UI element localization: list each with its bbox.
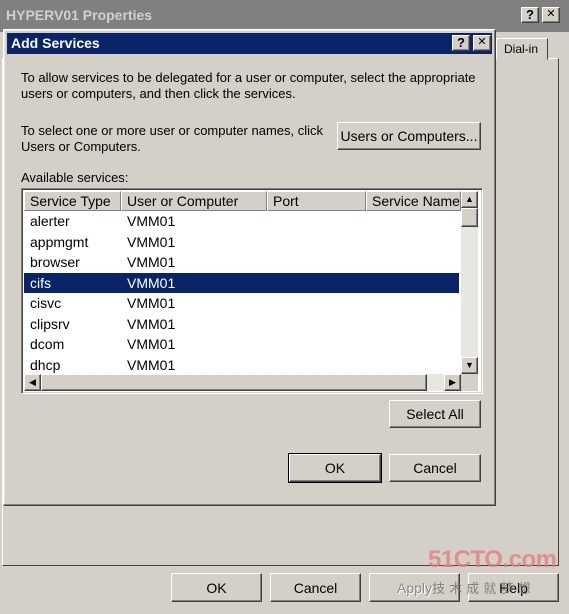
cell-user-or-computer: VMM01 <box>127 254 176 270</box>
table-row[interactable]: alerter VMM01 <box>24 211 459 231</box>
vertical-scroll-thumb[interactable] <box>461 208 478 227</box>
scroll-right-button[interactable]: ▶ <box>444 374 461 391</box>
scroll-down-button[interactable]: ▼ <box>461 357 478 374</box>
cell-user-or-computer: VMM01 <box>127 356 176 373</box>
cell-user-or-computer: VMM01 <box>127 295 176 311</box>
table-row[interactable]: dcom VMM01 <box>24 334 459 354</box>
outer-window-title: HYPERV01 Properties <box>6 7 153 23</box>
table-row[interactable]: clipsrv VMM01 <box>24 314 459 334</box>
cell-service-type: clipsrv <box>30 315 70 332</box>
cell-service-type: dhcp <box>30 356 61 373</box>
dialog-ok-button[interactable]: OK <box>288 453 382 483</box>
dialog-cancel-button[interactable]: Cancel <box>389 454 481 482</box>
intro-text-line-2: users or computers, and then click the s… <box>21 86 296 101</box>
dialog-help-button[interactable]: ? <box>452 35 470 51</box>
vertical-scrollbar[interactable]: ▲ ▼ <box>461 191 478 374</box>
tab-dial-in-label: Dial-in <box>504 42 539 56</box>
table-row[interactable]: dhcp VMM01 <box>24 355 459 375</box>
cell-user-or-computer: VMM01 <box>127 336 176 352</box>
outer-cancel-button[interactable]: Cancel <box>270 573 361 602</box>
users-or-computers-button[interactable]: Users or Computers... <box>337 122 481 150</box>
cell-user-or-computer: VMM01 <box>127 274 176 291</box>
table-row-selected[interactable]: cifs VMM01 <box>24 272 459 293</box>
scroll-left-button[interactable]: ◀ <box>24 374 41 391</box>
outer-ok-button[interactable]: OK <box>171 573 262 602</box>
cell-service-type: browser <box>30 254 80 270</box>
outer-close-button[interactable]: ✕ <box>542 7 560 23</box>
list-header: Service Type User or Computer Port Servi… <box>24 191 461 211</box>
column-header-user-or-computer[interactable]: User or Computer <box>121 191 267 211</box>
services-list-view[interactable]: Service Type User or Computer Port Servi… <box>21 188 483 394</box>
select-text-line-1: To select one or more user or computer n… <box>21 123 324 138</box>
tab-dial-in[interactable]: Dial-in <box>496 38 548 60</box>
column-header-service-type[interactable]: Service Type <box>24 191 121 211</box>
intro-text-line-1: To allow services to be delegated for a … <box>21 70 476 85</box>
table-row[interactable]: browser VMM01 <box>24 252 459 272</box>
list-rows: alerter VMM01 appmgmt VMM01 browser VMM0… <box>24 211 461 374</box>
dialog-title: Add Services <box>11 35 100 51</box>
horizontal-scrollbar[interactable]: ◀ ▶ <box>24 374 461 391</box>
add-services-dialog: Add Services ? ✕ To allow services to be… <box>3 29 496 506</box>
scroll-up-button[interactable]: ▲ <box>461 191 478 208</box>
cell-service-type: cisvc <box>30 295 62 311</box>
outer-help-text-button[interactable]: Help <box>468 573 559 602</box>
column-header-port[interactable]: Port <box>267 191 366 211</box>
cell-user-or-computer: VMM01 <box>127 213 176 229</box>
table-row[interactable]: cisvc VMM01 <box>24 293 459 313</box>
cell-service-type: cifs <box>30 274 51 291</box>
horizontal-scroll-thumb[interactable] <box>41 374 427 391</box>
dialog-title-bar: Add Services ? ✕ <box>7 33 492 54</box>
column-header-service-name[interactable]: Service Name <box>366 191 461 211</box>
select-all-button[interactable]: Select All <box>389 400 481 428</box>
available-services-label: Available services: <box>21 170 129 185</box>
cell-service-type: dcom <box>30 336 65 352</box>
select-text-line-2: Users or Computers. <box>21 139 141 154</box>
cell-service-type: alerter <box>30 213 70 229</box>
dialog-close-button[interactable]: ✕ <box>473 35 491 51</box>
cell-user-or-computer: VMM01 <box>127 315 176 332</box>
scroll-corner <box>461 374 478 391</box>
outer-title-bar: HYPERV01 Properties ? ✕ <box>0 0 569 32</box>
outer-help-button[interactable]: ? <box>521 7 539 23</box>
table-row[interactable]: appmgmt VMM01 <box>24 232 459 252</box>
cell-user-or-computer: VMM01 <box>127 233 176 250</box>
cell-service-type: appmgmt <box>30 233 89 250</box>
outer-apply-button[interactable]: Apply <box>369 573 460 602</box>
